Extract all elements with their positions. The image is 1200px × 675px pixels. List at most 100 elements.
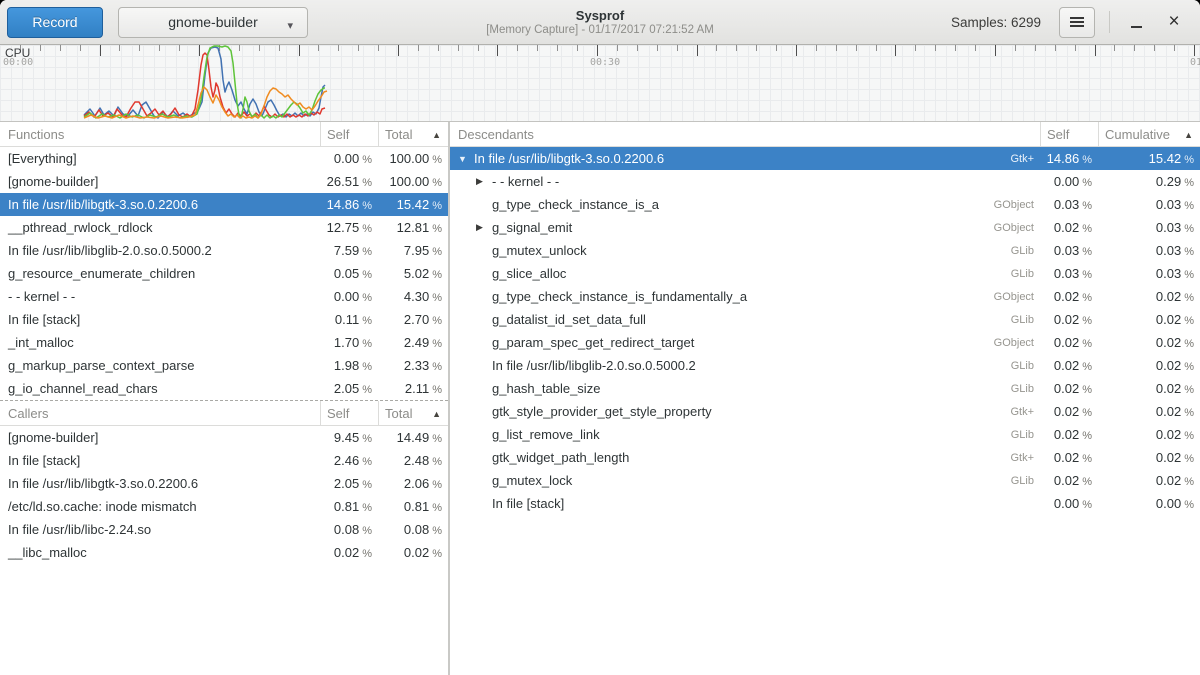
function-name: g_markup_parse_context_parse (0, 358, 320, 373)
table-row[interactable]: In file [stack]0.11%2.70% (0, 308, 448, 331)
table-row[interactable]: /etc/ld.so.cache: inode mismatch0.81%0.8… (0, 495, 448, 518)
column-header-cumulative[interactable]: Cumulative ▲ (1098, 122, 1200, 147)
percent-cell: 0.02% (1040, 289, 1098, 304)
percent-cell: 0.08% (378, 522, 448, 537)
header-bar: Record gnome-builder ▾ Sysprof [Memory C… (0, 0, 1200, 45)
table-row[interactable]: In file [stack]2.46%2.48% (0, 449, 448, 472)
table-row[interactable]: In file /usr/lib/libgtk-3.so.0.2200.614.… (0, 193, 448, 216)
percent-cell: 0.02% (1098, 473, 1200, 488)
library-tag: GLib (1011, 360, 1040, 372)
callers-table-header: Callers Self Total ▲ (0, 401, 448, 426)
function-name: __pthread_rwlock_rdlock (0, 220, 320, 235)
percent-cell: 9.45% (320, 430, 378, 445)
hamburger-menu-icon (1070, 17, 1084, 27)
descendants-table-header: Descendants Self Cumulative ▲ (450, 122, 1200, 147)
column-header-total[interactable]: Total ▲ (378, 401, 448, 426)
expander-closed-icon[interactable]: ▶ (476, 176, 492, 187)
percent-cell: 2.06% (378, 476, 448, 491)
tree-row[interactable]: ▶- - kernel - -0.00%0.29% (450, 170, 1200, 193)
column-header-total[interactable]: Total ▲ (378, 122, 448, 147)
column-header-self[interactable]: Self (1040, 122, 1098, 147)
table-row[interactable]: g_resource_enumerate_children0.05%5.02% (0, 262, 448, 285)
tree-row[interactable]: In file [stack]0.00%0.00% (450, 492, 1200, 515)
descendant-name: gtk_style_provider_get_style_propertyGtk… (450, 404, 1040, 419)
percent-cell: 0.03% (1098, 220, 1200, 235)
percent-cell: 0.03% (1098, 266, 1200, 281)
minimize-button[interactable] (1122, 8, 1150, 36)
library-tag: GLib (1011, 429, 1040, 441)
table-row[interactable]: - - kernel - -0.00%4.30% (0, 285, 448, 308)
expander-open-icon[interactable]: ▼ (458, 154, 474, 164)
table-row[interactable]: [gnome-builder]9.45%14.49% (0, 426, 448, 449)
library-tag: GLib (1011, 383, 1040, 395)
library-tag: Gtk+ (1010, 452, 1040, 464)
percent-cell: 0.03% (1040, 243, 1098, 258)
descendant-name: g_hash_table_sizeGLib (450, 381, 1040, 396)
expander-closed-icon[interactable]: ▶ (476, 222, 492, 233)
table-row[interactable]: [gnome-builder]26.51%100.00% (0, 170, 448, 193)
percent-cell: 4.30% (378, 289, 448, 304)
column-header-descendants[interactable]: Descendants (450, 122, 1040, 147)
tree-row[interactable]: g_datalist_id_set_data_fullGLib0.02%0.02… (450, 308, 1200, 331)
library-tag: GLib (1011, 314, 1040, 326)
tree-row[interactable]: ▼In file /usr/lib/libgtk-3.so.0.2200.6Gt… (450, 147, 1200, 170)
column-header-self[interactable]: Self (320, 122, 378, 147)
percent-cell: 0.03% (1040, 266, 1098, 281)
table-row[interactable]: [Everything]0.00%100.00% (0, 147, 448, 170)
table-row[interactable]: __libc_malloc0.02%0.02% (0, 541, 448, 564)
function-name: _int_malloc (0, 335, 320, 350)
tree-row[interactable]: g_type_check_instance_is_fundamentally_a… (450, 285, 1200, 308)
table-row[interactable]: In file /usr/lib/libgtk-3.so.0.2200.62.0… (0, 472, 448, 495)
tree-row[interactable]: g_mutex_lockGLib0.02%0.02% (450, 469, 1200, 492)
descendant-name: gtk_widget_path_lengthGtk+ (450, 450, 1040, 465)
descendant-name: g_datalist_id_set_data_fullGLib (450, 312, 1040, 327)
descendants-tree: ▼In file /usr/lib/libgtk-3.so.0.2200.6Gt… (450, 147, 1200, 515)
tree-row[interactable]: g_mutex_unlockGLib0.03%0.03% (450, 239, 1200, 262)
tree-row[interactable]: g_param_spec_get_redirect_targetGObject0… (450, 331, 1200, 354)
percent-cell: 0.02% (1098, 450, 1200, 465)
percent-cell: 2.49% (378, 335, 448, 350)
tree-row[interactable]: ▶g_signal_emitGObject0.02%0.03% (450, 216, 1200, 239)
time-tick-label: 00:30 (590, 57, 620, 68)
percent-cell: 0.02% (1040, 358, 1098, 373)
cpu-graph-area[interactable]: CPU 00:0000:3001:00 (0, 45, 1200, 122)
close-button[interactable]: × (1160, 8, 1188, 36)
tree-row[interactable]: gtk_widget_path_lengthGtk+0.02%0.02% (450, 446, 1200, 469)
table-row[interactable]: __pthread_rwlock_rdlock12.75%12.81% (0, 216, 448, 239)
tree-row[interactable]: g_type_check_instance_is_aGObject0.03%0.… (450, 193, 1200, 216)
tree-row[interactable]: g_slice_allocGLib0.03%0.03% (450, 262, 1200, 285)
library-tag: GLib (1011, 245, 1040, 257)
percent-cell: 14.49% (378, 430, 448, 445)
percent-cell: 0.00% (320, 151, 378, 166)
tree-row[interactable]: g_hash_table_sizeGLib0.02%0.02% (450, 377, 1200, 400)
descendant-name: g_type_check_instance_is_aGObject (450, 197, 1040, 212)
descendant-name: g_slice_allocGLib (450, 266, 1040, 281)
column-header-self[interactable]: Self (320, 401, 378, 426)
percent-cell: 0.02% (1040, 335, 1098, 350)
tree-row[interactable]: gtk_style_provider_get_style_propertyGtk… (450, 400, 1200, 423)
target-selector-dropdown[interactable]: gnome-builder ▾ (118, 7, 308, 38)
table-row[interactable]: In file /usr/lib/libglib-2.0.so.0.5000.2… (0, 239, 448, 262)
tree-row[interactable]: In file /usr/lib/libglib-2.0.so.0.5000.2… (450, 354, 1200, 377)
table-row[interactable]: _int_malloc1.70%2.49% (0, 331, 448, 354)
table-row[interactable]: g_markup_parse_context_parse1.98%2.33% (0, 354, 448, 377)
window-subtitle: [Memory Capture] - 01/17/2017 07:21:52 A… (486, 23, 714, 37)
function-name: g_io_channel_read_chars (0, 381, 320, 396)
column-header-functions[interactable]: Functions (0, 122, 320, 147)
percent-cell: 0.00% (1040, 496, 1098, 511)
window-title: Sysprof (576, 8, 624, 23)
percent-cell: 0.02% (1098, 335, 1200, 350)
functions-table: [Everything]0.00%100.00%[gnome-builder]2… (0, 147, 448, 400)
percent-cell: 0.00% (320, 289, 378, 304)
table-row[interactable]: g_io_channel_read_chars2.05%2.11% (0, 377, 448, 400)
percent-cell: 2.05% (320, 381, 378, 396)
library-tag: Gtk+ (1010, 153, 1040, 165)
percent-cell: 2.33% (378, 358, 448, 373)
menu-button[interactable] (1059, 7, 1095, 38)
table-row[interactable]: In file /usr/lib/libc-2.24.so0.08%0.08% (0, 518, 448, 541)
record-button[interactable]: Record (7, 7, 103, 38)
percent-cell: 2.48% (378, 453, 448, 468)
tree-row[interactable]: g_list_remove_linkGLib0.02%0.02% (450, 423, 1200, 446)
header-separator (1109, 11, 1110, 33)
column-header-callers[interactable]: Callers (0, 401, 320, 426)
